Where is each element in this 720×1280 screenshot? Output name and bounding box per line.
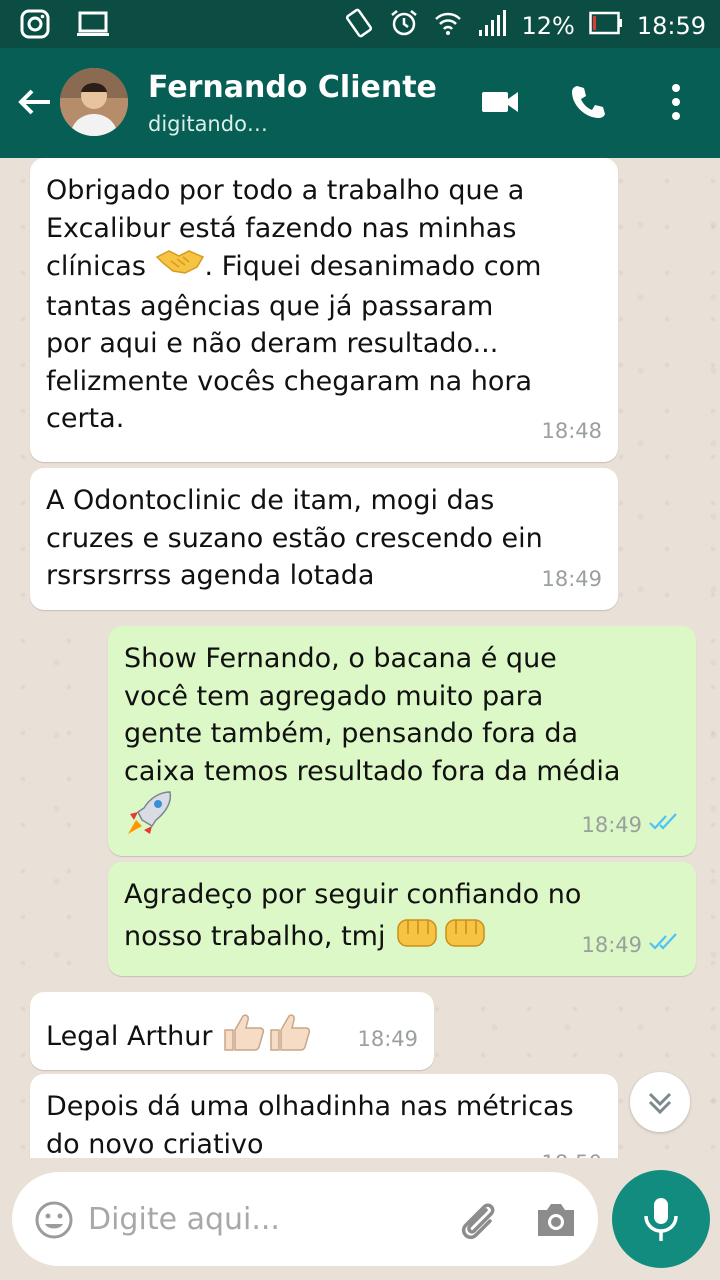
message-bubble-incoming[interactable]: Depois dá uma olhadinha nas métricas do … xyxy=(30,1074,618,1158)
message-time: 18:49 xyxy=(541,566,602,591)
message-text-line: clínicas . Fiquei desanimado com xyxy=(46,247,600,288)
message-text: Agradeço por seguir confiando no xyxy=(124,879,582,910)
message-time: 18:50 xyxy=(541,1145,602,1159)
message-time: 18:49 xyxy=(581,932,642,957)
microphone-icon xyxy=(644,1198,678,1241)
message-text: Depois dá uma olhadinha nas métricas xyxy=(46,1091,574,1122)
message-text: você tem agregado muito para xyxy=(124,680,544,712)
message-bubble-incoming[interactable]: Legal Arthur 18:49 xyxy=(30,992,434,1070)
instagram-icon xyxy=(20,9,50,43)
message-text: do novo criativo xyxy=(46,1128,264,1159)
message-text: Excalibur está fazendo nas minhas xyxy=(46,212,517,244)
message-text: rsrsrsrrss agenda lotada xyxy=(46,560,375,591)
message-bubble-incoming[interactable]: Obrigado por todo a trabalho que a Excal… xyxy=(30,158,618,462)
message-text: A Odontoclinic de itam, mogi das xyxy=(46,485,495,516)
message-bubble-outgoing[interactable]: Agradeço por seguir confiando no nosso t… xyxy=(108,862,696,976)
alarm-icon xyxy=(389,8,419,44)
microphone-button[interactable] xyxy=(612,1170,710,1268)
chat-header: Fernando Cliente digitando… xyxy=(0,48,720,158)
message-text: por aqui e não deram resultado... xyxy=(46,328,499,359)
message-time: 18:49 xyxy=(581,812,642,837)
message-text: Show Fernando, o bacana é que xyxy=(124,643,557,674)
contact-name[interactable]: Fernando Cliente xyxy=(148,70,437,105)
laptop-icon xyxy=(76,9,110,43)
message-text: Obrigado por todo a trabalho que a xyxy=(46,175,525,206)
message-text: caixa temos resultado fora da média xyxy=(124,755,621,787)
more-vert-icon[interactable] xyxy=(660,82,692,126)
handshake-emoji-icon xyxy=(155,247,205,288)
message-text: certa. xyxy=(46,403,125,434)
arrow-left-icon[interactable] xyxy=(14,82,54,122)
thumbs-up-emoji-icon xyxy=(221,1010,317,1065)
paperclip-icon[interactable] xyxy=(456,1198,500,1246)
message-text: tantas agências que já passaram xyxy=(46,290,494,322)
message-text: clínicas xyxy=(46,250,146,282)
chevron-down-icon xyxy=(648,1092,672,1115)
clock-time: 18:59 xyxy=(636,12,706,40)
typing-status: digitando… xyxy=(148,112,268,136)
double-check-icon xyxy=(648,927,680,965)
message-text: Legal Arthur xyxy=(46,1020,213,1052)
wifi-icon xyxy=(433,8,463,44)
message-input-placeholder: Digite aqui... xyxy=(88,1202,280,1237)
message-bubble-outgoing[interactable]: Show Fernando, o bacana é que você tem a… xyxy=(108,626,696,856)
battery-percent: 12% xyxy=(521,12,575,40)
message-text: gente também, pensando fora da xyxy=(124,718,579,749)
composer-bar: Digite aqui... xyxy=(0,1158,720,1280)
avatar[interactable] xyxy=(60,68,128,136)
scroll-to-bottom-button[interactable] xyxy=(630,1072,690,1132)
status-bar: 12% 18:59 xyxy=(0,0,720,48)
battery-icon xyxy=(589,11,623,41)
message-bubble-incoming[interactable]: A Odontoclinic de itam, mogi das cruzes … xyxy=(30,468,618,610)
vibrate-icon xyxy=(343,8,375,44)
message-time: 18:48 xyxy=(541,418,602,443)
message-text: cruzes e suzano estão crescendo ein xyxy=(46,522,543,554)
camera-icon[interactable] xyxy=(534,1200,578,1244)
message-text: nosso trabalho, tmj xyxy=(124,920,386,952)
message-text: . Fiquei desanimado com xyxy=(204,250,542,282)
phone-icon[interactable] xyxy=(568,82,608,126)
message-input[interactable]: Digite aqui... xyxy=(12,1172,598,1266)
fist-bump-emoji-icon xyxy=(394,914,490,961)
message-list[interactable]: Obrigado por todo a trabalho que a Excal… xyxy=(0,158,720,1158)
video-call-icon[interactable] xyxy=(480,82,520,126)
message-text: felizmente vocês chegaram na hora xyxy=(46,365,532,397)
emoji-icon[interactable] xyxy=(34,1200,74,1244)
message-time: 18:49 xyxy=(357,1026,418,1051)
double-check-icon xyxy=(648,807,680,845)
signal-icon xyxy=(477,10,507,42)
